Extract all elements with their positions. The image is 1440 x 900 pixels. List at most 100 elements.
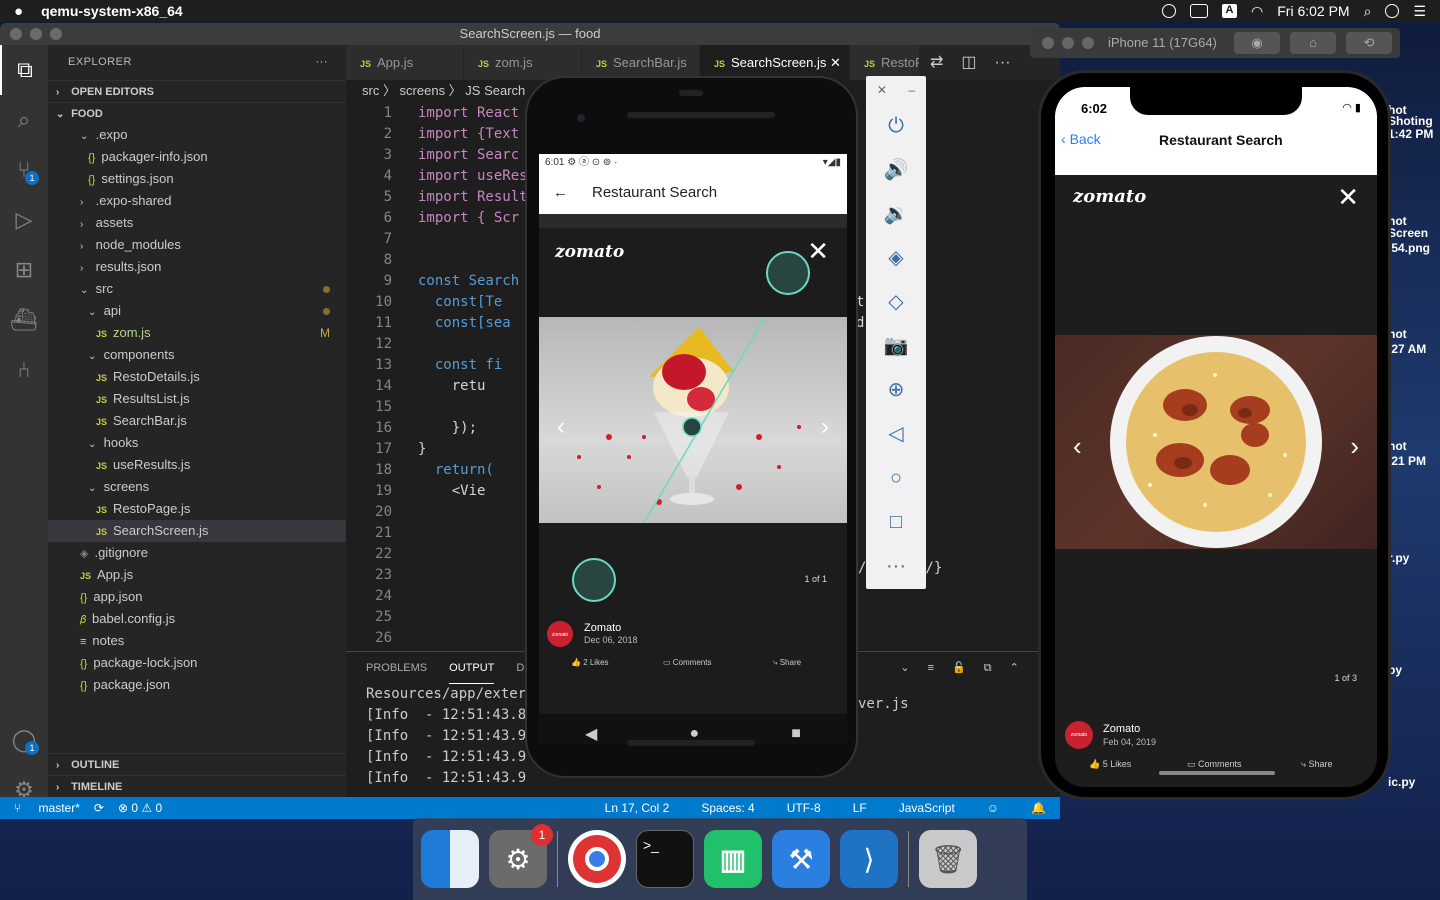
minimize-simulator-button[interactable] [1062,37,1074,49]
photo-biryani[interactable]: ‹ › [1055,335,1377,549]
code-line[interactable]: }); [418,420,477,436]
tab-searchbar-js[interactable]: JS SearchBar.js [582,45,700,80]
lock-icon[interactable]: 🔓 [952,652,966,684]
tab-restopage-js[interactable]: JS RestoP [850,45,920,80]
tree-file[interactable]: JS App.js [48,564,346,586]
tree-file[interactable]: ◈ .gitignore [48,542,346,564]
trash-icon[interactable]: 🗑 [919,830,977,888]
more-editor-actions-icon[interactable]: ··· [995,45,1011,80]
back-arrow-icon[interactable]: ← [553,184,568,201]
active-app-name[interactable]: qemu-system-x86_64 [41,3,183,19]
search-icon[interactable]: ⌕ [0,95,48,145]
minimize-emulator-icon[interactable]: – [909,83,916,97]
breadcrumb[interactable]: src 〉 screens 〉 JS Search [346,80,525,102]
close-window-button[interactable] [10,28,22,40]
next-image-icon[interactable]: › [1350,431,1359,462]
more-icon[interactable]: ··· [866,544,926,588]
tree-folder[interactable]: › assets [48,212,346,234]
tree-folder[interactable]: ⌄ components [48,344,346,366]
tree-file[interactable]: 𝛽 babel.config.js [48,608,346,630]
code-line[interactable]: <Vie [418,483,486,499]
close-simulator-button[interactable] [1042,37,1054,49]
tree-file[interactable]: JS SearchBar.js [48,410,346,432]
tree-folder[interactable]: › node_modules [48,234,346,256]
next-image-icon[interactable]: › [821,413,829,441]
accounts-icon[interactable]: ◯ 1 [0,715,48,765]
problems-status[interactable]: ⊗ 0 ⚠ 0 [118,797,162,819]
likes-button[interactable]: 👍 5 Likes [1089,759,1131,770]
desktop-file-label[interactable]: .21 PM [1388,454,1440,468]
tree-file[interactable]: {} package-lock.json [48,652,346,674]
tree-file[interactable]: JS ResultsList.js [48,388,346,410]
back-icon[interactable]: ◁ [866,412,926,456]
tree-file[interactable]: JS RestoDetails.js [48,366,346,388]
indentation-status[interactable]: Spaces: 4 [701,797,754,819]
close-tab-icon[interactable]: ✕ [830,55,841,70]
copy-icon[interactable]: ⧉ [984,652,992,684]
share-button[interactable]: ⤷ Share [773,658,801,668]
branch-status[interactable]: ⑂ master* [14,797,80,819]
rotate-icon[interactable]: ⟲ [1346,32,1392,54]
rotate-right-icon[interactable]: ◇ [866,280,926,324]
home-icon[interactable]: ○ [866,456,926,500]
code-line[interactable]: return( [418,462,494,478]
tree-file[interactable]: {} package.json [48,674,346,696]
vscode-icon[interactable]: ⟩ [840,830,898,888]
sync-icon[interactable]: ⟳ [94,797,104,819]
siri-icon[interactable] [1385,4,1400,18]
code-line[interactable]: import {Text [418,126,519,142]
previous-image-icon[interactable]: ‹ [1073,431,1082,462]
code-line[interactable]: import { Scr [418,210,519,226]
eol-status[interactable]: LF [853,797,867,819]
tree-file[interactable]: JS RestoPage.js [48,498,346,520]
tab-app-js[interactable]: JS App.js [346,45,464,80]
screenshot-icon[interactable]: ◉ [1234,32,1280,54]
explorer-icon[interactable]: ⧉ [0,45,48,95]
desktop-file-label[interactable]: ic.py [1388,775,1440,789]
desktop-file-label[interactable]: .54.png [1388,241,1440,255]
compare-icon[interactable]: ⇄ [930,45,943,80]
close-icon[interactable]: ✕ [807,236,829,267]
zoom-simulator-button[interactable] [1082,37,1094,49]
code-line[interactable]: import Searc [418,147,519,163]
overview-icon[interactable]: □ [866,500,926,544]
tree-file[interactable]: {} packager-info.json [48,146,346,168]
chrome-icon[interactable] [568,830,626,888]
timeline-section[interactable]: › TIMELINE [48,775,346,797]
docker-icon[interactable]: ⛴ [0,295,48,345]
code-line[interactable]: import Result [418,189,528,205]
wifi-icon[interactable]: ◠ [1251,3,1263,20]
terminal-icon[interactable]: >_ [636,830,694,888]
desktop-file-label[interactable]: hot [1388,439,1440,453]
pull-requests-icon[interactable]: ⑃ [0,345,48,395]
more-actions-icon[interactable]: ··· [316,45,329,80]
share-button[interactable]: ⤷ Share [1301,759,1333,770]
window-titlebar[interactable]: SearchScreen.js — food [0,23,1060,45]
minimize-window-button[interactable] [30,28,42,40]
volume-down-icon[interactable]: 🔉 [866,192,926,236]
tree-folder[interactable]: › .expo-shared [48,190,346,212]
close-icon[interactable]: ✕ [1337,182,1359,213]
feedback-icon[interactable]: ☺ [987,797,999,819]
back-button[interactable]: ‹ Back [1061,131,1101,147]
encoding-status[interactable]: UTF-8 [787,797,821,819]
tree-file[interactable]: {} app.json [48,586,346,608]
previous-image-icon[interactable]: ‹ [557,413,565,441]
source-control-icon[interactable]: ⑂ 1 [0,145,48,195]
notifications-icon[interactable]: 🔔 [1031,797,1046,819]
code-line[interactable]: const[sea [418,315,511,331]
tab-zom-js[interactable]: JS zom.js [464,45,582,80]
extensions-icon[interactable]: ⊞ [0,245,48,295]
input-source-icon[interactable]: A [1222,4,1238,18]
desktop-file-label[interactable]: py [1388,663,1440,677]
comments-button[interactable]: ▭ Comments [1187,759,1242,770]
maximize-panel-icon[interactable]: ⌃ [1010,652,1019,684]
photo-dessert[interactable]: ‹ › [539,317,847,523]
code-line[interactable]: const[Te [418,294,502,310]
tree-folder[interactable]: ⌄ src [48,278,346,300]
tree-folder[interactable]: ⌄ hooks [48,432,346,454]
simulator-titlebar[interactable]: iPhone 11 (17G64) ◉ ⌂ ⟲ [1030,28,1400,58]
language-mode[interactable]: JavaScript [899,797,955,819]
nav-recents-icon[interactable]: ■ [791,725,801,743]
desktop-file-label[interactable]: r.py [1388,551,1440,565]
